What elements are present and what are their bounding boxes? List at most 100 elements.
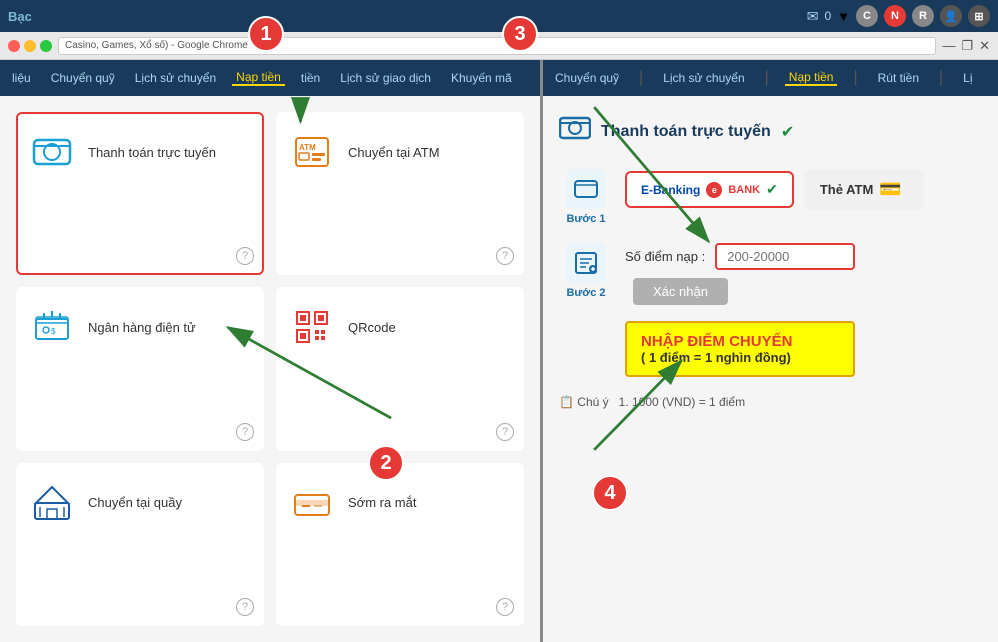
chuy-icon: 📋 xyxy=(559,395,574,409)
help-icon-ebank[interactable]: ? xyxy=(236,423,254,441)
chuy-section: 📋 Chú ý 1. 1000 (VND) = 1 điểm xyxy=(559,395,982,409)
payment-title-icon xyxy=(559,112,591,151)
os-bar-title: Bạc xyxy=(8,9,32,24)
card-launch[interactable]: Sớm ra mắt ? xyxy=(276,463,524,626)
step-badge-3: 3 xyxy=(502,16,538,52)
nav-item-withdraw[interactable]: tiền xyxy=(297,71,324,85)
icon-n[interactable]: N xyxy=(884,5,906,27)
window-close[interactable]: ✕ xyxy=(979,38,990,54)
left-content: Thanh toán trực tuyến ? ATM xyxy=(0,96,540,642)
right-nav-withdraw[interactable]: Rút tiền xyxy=(874,71,923,85)
bell-icon: ▼ xyxy=(837,9,850,24)
user-icon[interactable]: 👤 xyxy=(940,5,962,27)
help-icon-launch[interactable]: ? xyxy=(496,598,514,616)
os-bar: Bạc ✉ 0 ▼ C N R 👤 ⊞ 1 3 xyxy=(0,0,998,32)
card-atm-inner: ATM Chuyển tại ATM xyxy=(290,130,440,174)
right-nav-history[interactable]: Lịch sử chuyển xyxy=(659,71,748,85)
browser-controls xyxy=(8,40,52,52)
nav-item-data[interactable]: liệu xyxy=(8,71,35,85)
nav-item-promo[interactable]: Khuyến mã xyxy=(447,71,516,85)
card-qr[interactable]: QRcode ? xyxy=(276,287,524,450)
ebank-icon: $ xyxy=(30,305,74,349)
step2-row1: Số điểm nạp : xyxy=(625,243,855,270)
payment-title-text: Thanh toán trực tuyến xyxy=(601,123,771,141)
minimize-btn[interactable] xyxy=(24,40,36,52)
help-icon-online[interactable]: ? xyxy=(236,247,254,265)
payment-title-row: Thanh toán trực tuyến ✔ xyxy=(559,112,982,151)
window-restore[interactable]: ❐ xyxy=(961,38,973,54)
grid-icon[interactable]: ⊞ xyxy=(968,5,990,27)
help-icon-qr[interactable]: ? xyxy=(496,423,514,441)
right-nav: Chuyển quỹ | Lịch sử chuyển | Nạp tiền |… xyxy=(543,60,998,96)
browser-url: Casino, Games, Xổ số) - Google Chrome xyxy=(58,37,936,55)
maximize-btn[interactable] xyxy=(40,40,52,52)
card-atm[interactable]: ATM Chuyển tại ATM ? xyxy=(276,112,524,275)
step1-label: Bước 1 xyxy=(566,213,605,225)
atm-label-text: Thẻ ATM xyxy=(820,182,873,197)
ebank-label: E-Banking xyxy=(641,183,700,197)
card-launch-label: Sớm ra mắt xyxy=(348,495,416,510)
card-online-payment[interactable]: Thanh toán trực tuyến ? xyxy=(16,112,264,275)
right-panel: Chuyển quỹ | Lịch sử chuyển | Nạp tiền |… xyxy=(543,60,998,642)
sodiem-input[interactable] xyxy=(715,243,855,270)
card-online-label: Thanh toán trực tuyến xyxy=(88,145,216,160)
os-bar-icons: ✉ 0 ▼ C N R 👤 ⊞ xyxy=(807,5,990,27)
nav-item-txhistory[interactable]: Lịch sử giao dịch xyxy=(336,71,435,85)
step2-inner: Số điểm nạp : Xác nhận NHẬP ĐIỂM CHUYỂN … xyxy=(625,243,855,377)
card-qr-inner: QRcode xyxy=(290,305,396,349)
ebank-checked: ✔ xyxy=(766,181,778,198)
card-counter[interactable]: Chuyển tại quầy ? xyxy=(16,463,264,626)
help-icon-atm[interactable]: ? xyxy=(496,247,514,265)
step-badge-4: 4 xyxy=(592,475,628,511)
online-icon xyxy=(30,130,74,174)
step2-label-box: Bước 2 xyxy=(559,243,613,299)
step2-icon xyxy=(566,243,606,283)
atm-card-icon: 💳 xyxy=(879,179,901,200)
chuy-note1: 1. 1000 (VND) = 1 điểm xyxy=(612,395,745,409)
nav-item-transfer[interactable]: Chuyển quỹ xyxy=(47,71,119,85)
step1-row: Bước 1 E-Banking e BANK ✔ Thẻ ATM 💳 xyxy=(559,169,982,225)
card-ebank[interactable]: $ Ngân hàng điện tử ? xyxy=(16,287,264,450)
chuy-label: Chú ý xyxy=(577,395,608,409)
atm-icon: ATM xyxy=(290,130,334,174)
svg-text:ATM: ATM xyxy=(299,143,316,152)
nav-item-deposit[interactable]: Nạp tiền xyxy=(232,70,285,86)
step-badge-1: 1 xyxy=(248,16,284,52)
right-nav-lich[interactable]: Lị xyxy=(959,71,976,85)
verified-badge: ✔ xyxy=(781,122,794,142)
card-counter-label: Chuyển tại quầy xyxy=(88,495,182,510)
right-nav-deposit[interactable]: Nạp tiền xyxy=(785,70,838,86)
ebank-brand: BANK xyxy=(728,184,760,196)
card-online-inner: Thanh toán trực tuyến xyxy=(30,130,216,174)
card-ebank-inner: $ Ngân hàng điện tử xyxy=(30,305,196,349)
nav-item-history[interactable]: Lịch sử chuyển xyxy=(131,71,220,85)
browser-bar: Casino, Games, Xổ số) - Google Chrome — … xyxy=(0,32,998,60)
step2-row: Bước 2 Số điểm nạp : Xác nhận NHẬP ĐIỂM … xyxy=(559,243,982,377)
step-badge-2: 2 xyxy=(368,445,404,481)
icon-c[interactable]: C xyxy=(856,5,878,27)
main-container: liệu Chuyển quỹ Lịch sử chuyển Nạp tiền … xyxy=(0,60,998,642)
help-icon-counter[interactable]: ? xyxy=(236,598,254,616)
card-atm-label: Chuyển tại ATM xyxy=(348,145,440,160)
right-nav-transfer[interactable]: Chuyển quỹ xyxy=(551,71,623,85)
card-ebank-label: Ngân hàng điện tử xyxy=(88,320,196,335)
yellow-note: NHẬP ĐIỂM CHUYỂN ( 1 điểm = 1 nghìn đồng… xyxy=(625,321,855,377)
step1-icon xyxy=(566,169,606,209)
svg-text:$: $ xyxy=(51,327,56,336)
ebanking-card[interactable]: E-Banking e BANK ✔ xyxy=(625,171,794,208)
step2-label: Bước 2 xyxy=(566,287,605,299)
qr-icon xyxy=(290,305,334,349)
atm-card[interactable]: Thẻ ATM 💳 xyxy=(804,169,924,210)
close-btn[interactable] xyxy=(8,40,20,52)
yellow-note-title: NHẬP ĐIỂM CHUYỂN xyxy=(641,333,839,350)
yellow-note-sub: ( 1 điểm = 1 nghìn đồng) xyxy=(641,350,839,365)
xacnhan-button[interactable]: Xác nhận xyxy=(633,278,728,305)
left-nav: liệu Chuyển quỹ Lịch sử chuyển Nạp tiền … xyxy=(0,60,540,96)
icon-r[interactable]: R xyxy=(912,5,934,27)
card-counter-inner: Chuyển tại quầy xyxy=(30,481,182,525)
left-panel: liệu Chuyển quỹ Lịch sử chuyển Nạp tiền … xyxy=(0,60,540,642)
email-icon: ✉ xyxy=(807,8,819,25)
counter-icon xyxy=(30,481,74,525)
window-minimize[interactable]: — xyxy=(942,38,955,53)
ebank-circle: e xyxy=(706,182,722,198)
